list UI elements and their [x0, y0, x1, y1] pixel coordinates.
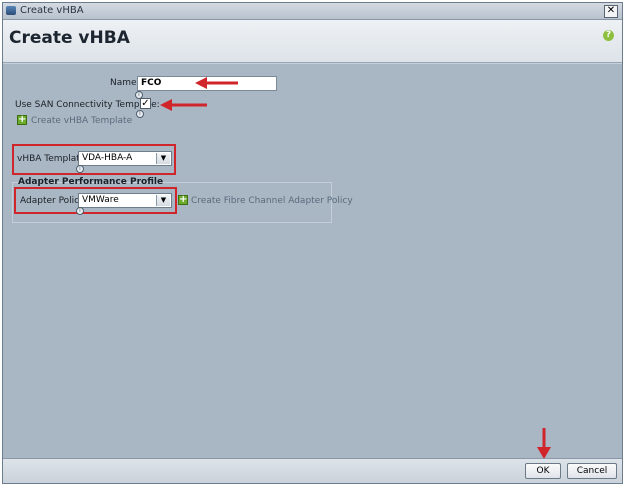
- adapter-policy-label: Adapter Policy:: [20, 196, 87, 206]
- san-template-info-icon[interactable]: i: [136, 110, 144, 118]
- vhba-template-select[interactable]: VDA-HBA-A ▼: [78, 151, 172, 166]
- chevron-down-icon[interactable]: ▼: [156, 153, 170, 164]
- add-policy-icon[interactable]: +: [178, 195, 188, 205]
- adapter-policy-value: VMWare: [82, 195, 119, 205]
- page-title: Create vHBA: [9, 28, 130, 48]
- cancel-button[interactable]: Cancel: [567, 463, 617, 479]
- san-annotation-arrow: [160, 99, 207, 111]
- adapter-performance-title: Adapter Performance Profile: [18, 177, 164, 187]
- vhba-template-value: VDA-HBA-A: [82, 153, 133, 163]
- create-fc-adapter-policy-link[interactable]: Create Fibre Channel Adapter Policy: [191, 196, 353, 206]
- name-label: Name:: [110, 78, 140, 88]
- name-annotation-arrow: [195, 77, 238, 89]
- chevron-down-icon[interactable]: ▼: [156, 195, 170, 206]
- dialog-header: Create vHBA ?: [3, 20, 622, 63]
- add-template-icon[interactable]: +: [17, 115, 27, 125]
- adapter-policy-info-icon[interactable]: i: [76, 207, 84, 215]
- adapter-policy-select[interactable]: VMWare ▼: [78, 193, 172, 208]
- create-vhba-template-link[interactable]: Create vHBA Template: [31, 116, 132, 126]
- create-vhba-dialog: Create vHBA ✕ Create vHBA ? Name: FCO i …: [2, 2, 623, 484]
- window-title: Create vHBA: [20, 5, 84, 16]
- dialog-footer: OK Cancel: [3, 458, 622, 483]
- ok-button[interactable]: OK: [525, 463, 561, 479]
- app-icon: [6, 6, 16, 15]
- san-template-checkbox[interactable]: ✓: [140, 98, 151, 109]
- form-panel: Name: FCO i Use SAN Connectivity Templat…: [3, 63, 622, 459]
- vhba-template-info-icon[interactable]: i: [76, 165, 84, 173]
- help-icon[interactable]: ?: [603, 30, 614, 41]
- san-template-label: Use SAN Connectivity Template:: [15, 100, 160, 110]
- ok-annotation-arrow: [537, 428, 551, 459]
- close-icon[interactable]: ✕: [604, 5, 618, 18]
- title-bar[interactable]: Create vHBA ✕: [3, 3, 622, 20]
